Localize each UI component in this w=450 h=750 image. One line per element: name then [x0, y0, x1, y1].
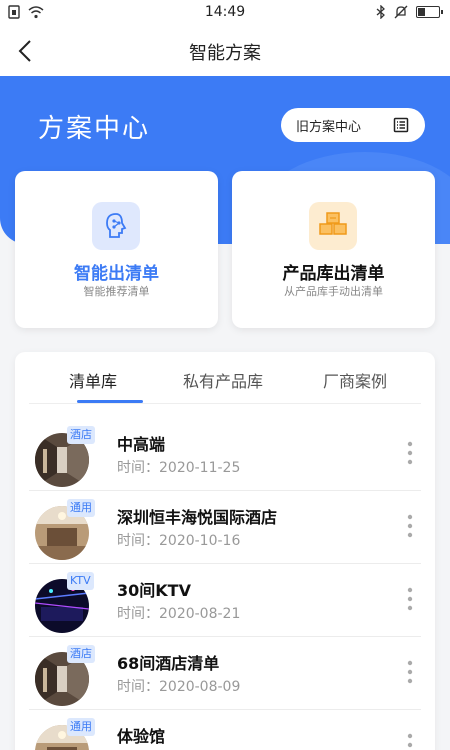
tab-list-library[interactable]: 清单库	[69, 368, 117, 392]
tab-vendor-cases[interactable]: 厂商案例	[323, 368, 387, 392]
list-document-icon	[393, 117, 409, 133]
bell-muted-icon	[394, 5, 408, 19]
product-library-title: 产品库出清单	[282, 264, 385, 284]
list-item[interactable]: KTV 30间KTV 时间：2020-08-21	[29, 564, 421, 637]
smart-list-card[interactable]: 智能出清单 智能推荐清单	[15, 171, 218, 328]
smart-list-title: 智能出清单	[74, 264, 159, 284]
list-item[interactable]: 酒店 中高端 时间：2020-11-25	[29, 418, 421, 491]
more-options-icon[interactable]	[403, 732, 417, 750]
bluetooth-icon	[376, 5, 385, 19]
list-item-title: 30间KTV	[117, 581, 191, 600]
more-options-icon[interactable]	[403, 659, 417, 685]
list-item-time: 时间：2020-08-09	[117, 679, 241, 695]
more-options-icon[interactable]	[403, 586, 417, 612]
list-item-title: 中高端	[117, 435, 166, 454]
status-bar: 14:49	[0, 0, 450, 26]
list-item[interactable]: 通用 体验馆	[29, 710, 421, 750]
list-item-title: 68间酒店清单	[117, 654, 220, 673]
battery-icon	[416, 6, 443, 18]
tab-private-products[interactable]: 私有产品库	[183, 368, 263, 392]
category-badge: 通用	[67, 499, 95, 517]
page-title: 智能方案	[189, 43, 261, 64]
category-badge: KTV	[67, 572, 94, 590]
nav-bar: 智能方案	[0, 26, 450, 76]
active-tab-indicator	[77, 400, 143, 403]
tab-bar: 清单库 私有产品库 厂商案例	[29, 352, 421, 404]
status-right-icons	[376, 5, 443, 19]
category-badge: 酒店	[67, 426, 95, 444]
list-item[interactable]: 酒店 68间酒店清单 时间：2020-08-09	[29, 637, 421, 710]
list-item-time: 时间：2020-08-21	[117, 606, 241, 622]
list-item-title: 体验馆	[117, 727, 166, 746]
list-item[interactable]: 通用 深圳恒丰海悦国际酒店 时间：2020-10-16	[29, 491, 421, 564]
old-solution-center-button[interactable]: 旧方案中心	[281, 108, 425, 142]
ai-brain-icon	[92, 202, 140, 250]
list-panel: 清单库 私有产品库 厂商案例 酒店 中高端 时间：2020-11-25 通用 深…	[15, 352, 435, 750]
category-badge: 通用	[67, 718, 95, 736]
more-options-icon[interactable]	[403, 513, 417, 539]
more-options-icon[interactable]	[403, 440, 417, 466]
battery-fill	[418, 8, 425, 16]
old-solution-center-label: 旧方案中心	[296, 119, 362, 135]
list-item-time: 时间：2020-11-25	[117, 460, 241, 476]
boxes-icon	[309, 202, 357, 250]
product-library-card[interactable]: 产品库出清单 从产品库手动出清单	[232, 171, 435, 328]
product-library-subtitle: 从产品库手动出清单	[284, 285, 383, 298]
smart-list-subtitle: 智能推荐清单	[83, 285, 150, 298]
category-badge: 酒店	[67, 645, 95, 663]
list-item-title: 深圳恒丰海悦国际酒店	[117, 508, 278, 527]
list-item-time: 时间：2020-10-16	[117, 533, 241, 549]
hero-title: 方案中心	[38, 114, 151, 144]
